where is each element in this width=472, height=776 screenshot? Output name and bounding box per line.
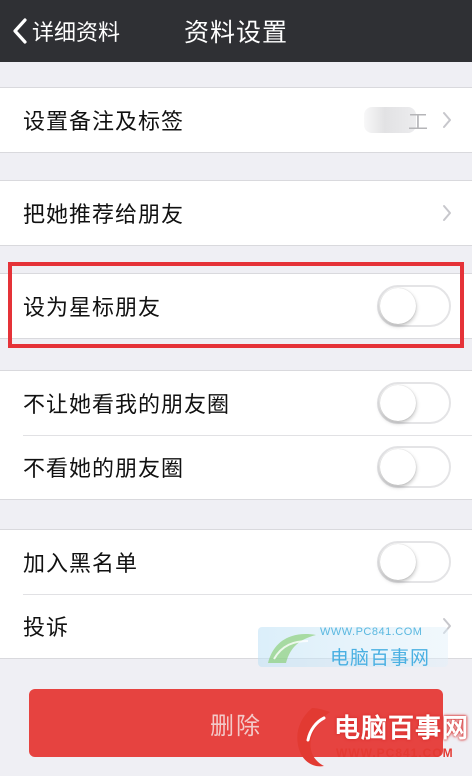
privacy-group: 不让她看我的朋友圈 不看她的朋友圈 xyxy=(0,370,472,500)
watermark-top: WWW.PC841.COM 电脑百事网 xyxy=(258,623,448,671)
highlight-frame xyxy=(8,262,464,348)
toggle-knob xyxy=(380,385,416,421)
blacklist-toggle[interactable] xyxy=(377,541,451,583)
recommend-row[interactable]: 把她推荐给朋友 xyxy=(0,181,472,245)
hide-her-moments-row: 不看她的朋友圈 xyxy=(0,435,472,499)
watermark-name: 电脑百事网 xyxy=(334,714,470,744)
page-title: 资料设置 xyxy=(183,18,288,47)
watermark-url: WWW.PC841.COM xyxy=(336,746,454,760)
toggle-knob xyxy=(380,449,416,485)
complain-label: 投诉 xyxy=(23,616,70,641)
watermark-bottom: 电脑百事网 WWW.PC841.COM xyxy=(288,700,472,776)
watermark-logo-icon xyxy=(268,634,316,663)
hide-my-moments-row: 不让她看我的朋友圈 xyxy=(0,371,472,435)
chevron-right-icon xyxy=(443,205,451,221)
recommend-label: 把她推荐给朋友 xyxy=(23,203,185,228)
remark-value-tail: 工 xyxy=(408,109,428,134)
blacklist-label: 加入黑名单 xyxy=(23,552,139,577)
remark-row[interactable]: 设置备注及标签 工 xyxy=(0,88,472,152)
watermark-logo-icon xyxy=(297,708,330,767)
hide-her-moments-toggle[interactable] xyxy=(377,446,451,488)
recommend-group: 把她推荐给朋友 xyxy=(0,180,472,246)
navigation-bar: 详细资料 资料设置 xyxy=(0,0,472,62)
hide-her-moments-label: 不看她的朋友圈 xyxy=(23,457,185,482)
remark-label: 设置备注及标签 xyxy=(23,110,185,135)
watermark-name: 电脑百事网 xyxy=(330,647,431,669)
hide-my-moments-label: 不让她看我的朋友圈 xyxy=(23,393,231,418)
watermark-url: WWW.PC841.COM xyxy=(320,626,423,638)
blacklist-row: 加入黑名单 xyxy=(0,530,472,594)
chevron-right-icon xyxy=(443,112,451,128)
toggle-knob xyxy=(380,544,416,580)
hide-my-moments-toggle[interactable] xyxy=(377,382,451,424)
remark-group: 设置备注及标签 工 xyxy=(0,87,472,153)
